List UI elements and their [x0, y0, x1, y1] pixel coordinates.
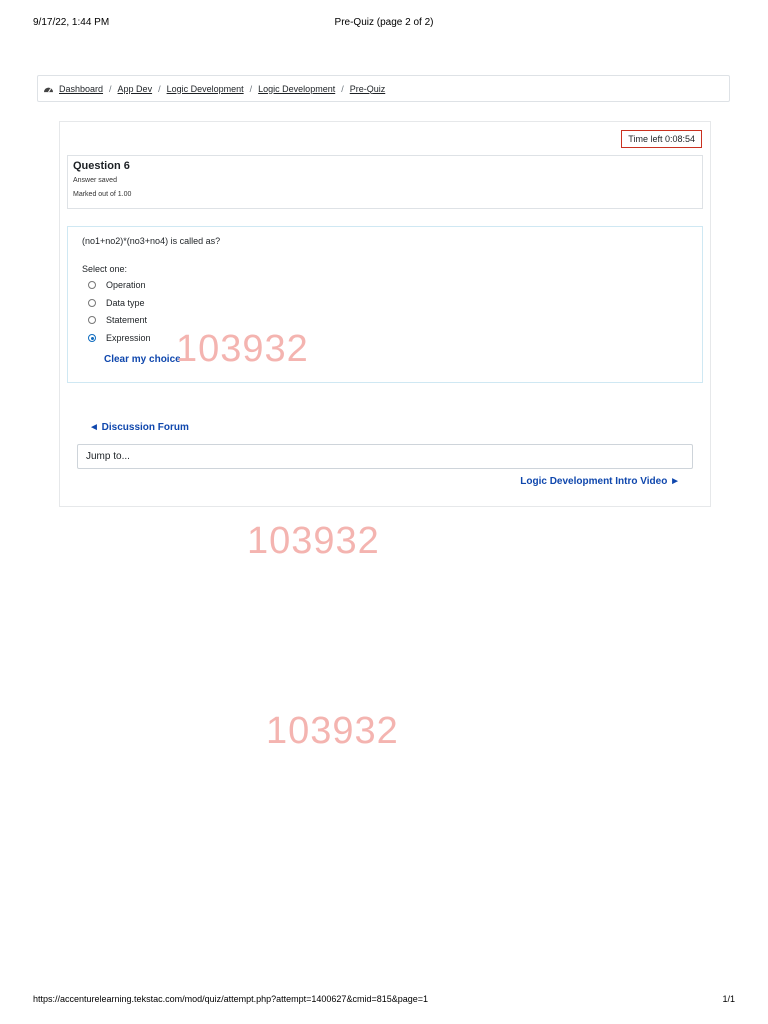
radio-button-selected[interactable] — [88, 334, 96, 342]
breadcrumb-pre-quiz[interactable]: Pre-Quiz — [350, 84, 386, 94]
option-data-type[interactable]: Data type — [88, 298, 145, 308]
previous-activity-link[interactable]: ◄ Discussion Forum — [89, 422, 189, 433]
quiz-panel: Time left 0:08:54 Question 6 Answer save… — [59, 121, 711, 507]
breadcrumb-separator: / — [109, 83, 112, 94]
print-doc-title: Pre-Quiz (page 2 of 2) — [334, 17, 434, 28]
option-label: Data type — [106, 298, 145, 308]
breadcrumb-separator: / — [158, 83, 161, 94]
breadcrumb-logic-development[interactable]: Logic Development — [167, 84, 244, 94]
question-formulation: (no1+no2)*(no3+no4) is called as? Select… — [67, 226, 703, 383]
print-footer: https://accenturelearning.tekstac.com/mo… — [33, 994, 735, 1008]
print-url: https://accenturelearning.tekstac.com/mo… — [33, 994, 429, 1004]
jump-to-select[interactable]: Jump to... — [77, 444, 693, 469]
breadcrumb-separator: / — [249, 83, 253, 94]
question-number: Question 6 — [73, 160, 130, 172]
watermark: 103932 — [247, 520, 380, 562]
watermark: 103932 — [266, 710, 399, 752]
question-grade: Marked out of 1.00 — [73, 191, 132, 198]
breadcrumb-app-dev[interactable]: App Dev — [118, 84, 153, 94]
breadcrumb-dashboard[interactable]: Dashboard — [59, 84, 103, 94]
breadcrumb-logic-development-section[interactable]: Logic Development — [258, 84, 335, 94]
option-label: Statement — [106, 315, 148, 325]
next-activity-link[interactable]: Logic Development Intro Video ► — [520, 476, 680, 487]
radio-button[interactable] — [88, 316, 96, 324]
print-page-number: 1/1 — [722, 994, 735, 1004]
option-statement[interactable]: Statement — [88, 315, 147, 325]
select-one-prompt: Select one: — [82, 264, 128, 274]
option-operation[interactable]: Operation — [88, 280, 146, 290]
clear-my-choice-link[interactable]: Clear my choice — [104, 354, 181, 365]
time-left-timer: Time left 0:08:54 — [621, 130, 702, 148]
dashboard-gauge-icon — [44, 87, 53, 93]
option-label: Expression — [106, 333, 151, 343]
question-state: Answer saved — [73, 177, 117, 184]
breadcrumb: Dashboard / App Dev / Logic Development … — [37, 75, 730, 102]
radio-button[interactable] — [88, 281, 96, 289]
question-text: (no1+no2)*(no3+no4) is called as? — [82, 236, 221, 246]
radio-button[interactable] — [88, 299, 96, 307]
breadcrumb-separator: / — [341, 83, 344, 94]
option-label: Operation — [106, 280, 146, 290]
print-header: 9/17/22, 1:44 PM Pre-Quiz (page 2 of 2) — [33, 17, 735, 31]
question-info: Question 6 Answer saved Marked out of 1.… — [67, 155, 703, 209]
option-expression[interactable]: Expression — [88, 333, 151, 343]
